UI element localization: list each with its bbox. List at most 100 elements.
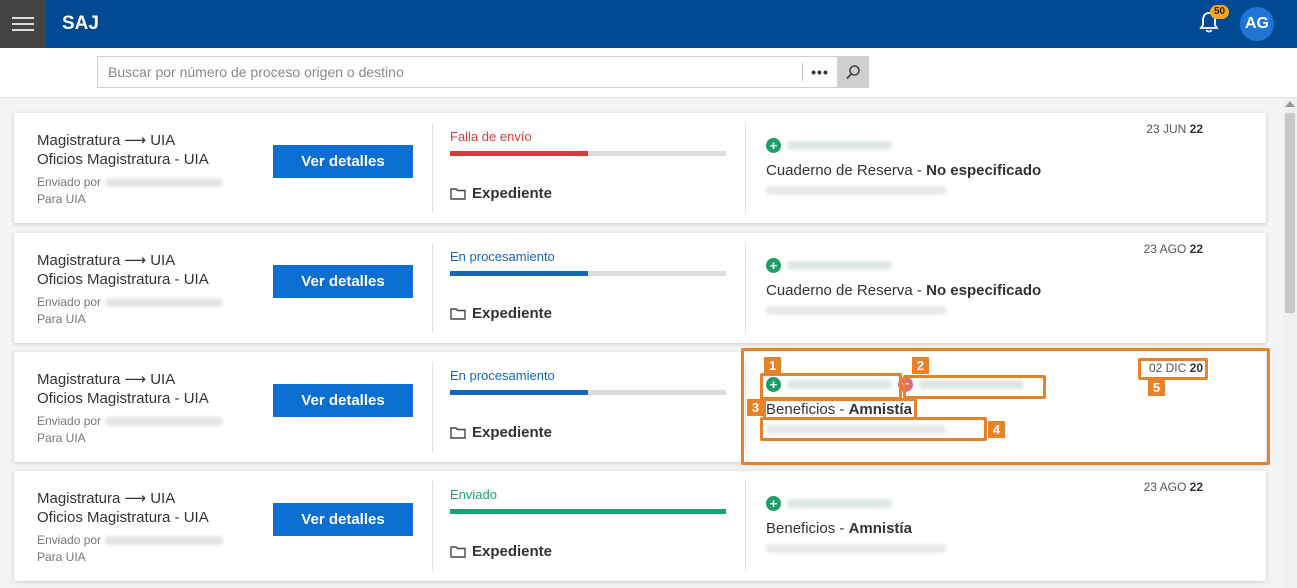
add-party-icon: + xyxy=(766,138,781,153)
annotation-box-5 xyxy=(1138,358,1208,380)
record-card: Magistratura ⟶ UIA Oficios Magistratura … xyxy=(14,233,1266,343)
folder-link[interactable]: Expediente xyxy=(450,305,552,322)
folder-link[interactable]: Expediente xyxy=(450,424,552,441)
annotation-box-4 xyxy=(760,417,987,441)
folder-icon xyxy=(450,427,466,439)
notebook-type: Cuaderno de Reserva xyxy=(766,282,913,299)
record-recipient: Para UIA xyxy=(37,550,86,564)
status-label: En procesamiento xyxy=(450,368,555,383)
status-progress-bar xyxy=(450,271,726,276)
folder-icon xyxy=(450,308,466,320)
record-recipient: Para UIA xyxy=(37,312,86,326)
record-office: Oficios Magistratura - UIA xyxy=(37,151,209,168)
date-year: 22 xyxy=(1189,122,1203,136)
record-recipient: Para UIA xyxy=(37,192,86,206)
annotation-marker-4: 4 xyxy=(988,421,1005,438)
record-date: 23 AGO 22 xyxy=(1144,242,1203,256)
party-row: + xyxy=(766,258,892,273)
record-recipient: Para UIA xyxy=(37,431,86,445)
scrollbar[interactable] xyxy=(1283,99,1297,588)
annotation-marker-3: 3 xyxy=(747,399,764,416)
notification-count-badge: 50 xyxy=(1210,5,1230,19)
notebook-value: No especificado xyxy=(926,282,1042,299)
status-label: En procesamiento xyxy=(450,249,555,264)
record-route: Magistratura ⟶ UIA xyxy=(37,132,176,149)
app-brand: SAJ xyxy=(62,13,99,34)
status-progress-fill xyxy=(450,151,588,156)
redacted-detail xyxy=(766,306,946,315)
sender-label: Enviado por xyxy=(37,533,102,547)
notebook-separator: - xyxy=(835,520,849,537)
sender-label: Enviado por xyxy=(37,295,102,309)
user-avatar[interactable]: AG xyxy=(1240,7,1274,41)
notebook-info: Cuaderno de Reserva - No especificado xyxy=(766,282,1041,299)
redacted-sender xyxy=(105,417,224,427)
annotation-marker-5: 5 xyxy=(1148,379,1165,396)
record-sender: Enviado por xyxy=(37,175,224,189)
scroll-up-arrow-icon[interactable] xyxy=(1285,101,1295,107)
divider xyxy=(432,481,433,571)
folder-link[interactable]: Expediente xyxy=(450,185,552,202)
redacted-sender xyxy=(105,536,224,546)
folder-icon xyxy=(450,546,466,558)
notebook-info: Cuaderno de Reserva - No especificado xyxy=(766,162,1041,179)
annotation-marker-1: 1 xyxy=(764,357,781,374)
annotation-box-1 xyxy=(760,373,902,400)
view-details-button[interactable]: Ver detalles xyxy=(273,145,413,178)
redacted-party-name xyxy=(787,261,892,270)
record-office: Oficios Magistratura - UIA xyxy=(37,390,209,407)
divider xyxy=(432,243,433,333)
view-details-button[interactable]: Ver detalles xyxy=(273,384,413,417)
search-input[interactable] xyxy=(98,57,801,87)
divider xyxy=(432,362,433,452)
record-sender: Enviado por xyxy=(37,414,224,428)
search-button[interactable] xyxy=(837,56,869,88)
menu-icon xyxy=(12,17,34,31)
add-party-icon: + xyxy=(766,496,781,511)
status-progress-bar xyxy=(450,509,726,514)
date-year: 22 xyxy=(1189,480,1203,494)
divider xyxy=(745,481,746,571)
view-details-button[interactable]: Ver detalles xyxy=(273,265,413,298)
record-date: 23 AGO 22 xyxy=(1144,480,1203,494)
notebook-type: Beneficios xyxy=(766,520,836,537)
scrollbar-thumb[interactable] xyxy=(1285,113,1295,313)
party-row: + xyxy=(766,138,892,153)
status-progress-bar xyxy=(450,390,726,395)
sender-label: Enviado por xyxy=(37,414,102,428)
notebook-info: Beneficios - Amnistía xyxy=(766,520,912,537)
date-day-month: 23 AGO xyxy=(1143,480,1187,494)
redacted-detail xyxy=(766,186,946,195)
redacted-party-name xyxy=(787,499,892,508)
record-card: Magistratura ⟶ UIA Oficios Magistratura … xyxy=(14,113,1266,223)
hamburger-menu-button[interactable] xyxy=(0,0,46,48)
redacted-party-name xyxy=(787,141,892,150)
date-day-month: 23 AGO xyxy=(1143,242,1187,256)
folder-link[interactable]: Expediente xyxy=(450,543,552,560)
date-day-month: 23 JUN xyxy=(1146,122,1187,136)
notebook-value: No especificado xyxy=(926,162,1042,179)
record-route: Magistratura ⟶ UIA xyxy=(37,371,176,388)
notebook-separator: - xyxy=(912,162,927,179)
notebook-value: Amnistía xyxy=(848,520,912,537)
divider xyxy=(745,123,746,213)
redacted-detail xyxy=(766,544,946,553)
record-office: Oficios Magistratura - UIA xyxy=(37,271,209,288)
record-sender: Enviado por xyxy=(37,295,224,309)
record-sender: Enviado por xyxy=(37,533,224,547)
add-party-icon: + xyxy=(766,258,781,273)
status-label: Enviado xyxy=(450,487,497,502)
party-row: + xyxy=(766,496,892,511)
status-progress-fill xyxy=(450,509,726,514)
folder-icon xyxy=(450,188,466,200)
search-box: ••• xyxy=(97,56,869,88)
status-progress-fill xyxy=(450,390,588,395)
annotation-box-2 xyxy=(903,375,1046,399)
more-options-button[interactable]: ••• xyxy=(803,57,837,87)
status-label: Falla de envío xyxy=(450,129,532,144)
folder-label: Expediente xyxy=(472,424,553,441)
view-details-button[interactable]: Ver detalles xyxy=(273,503,413,536)
notebook-separator: - xyxy=(912,282,927,299)
search-icon xyxy=(846,65,860,80)
record-route: Magistratura ⟶ UIA xyxy=(37,252,176,269)
